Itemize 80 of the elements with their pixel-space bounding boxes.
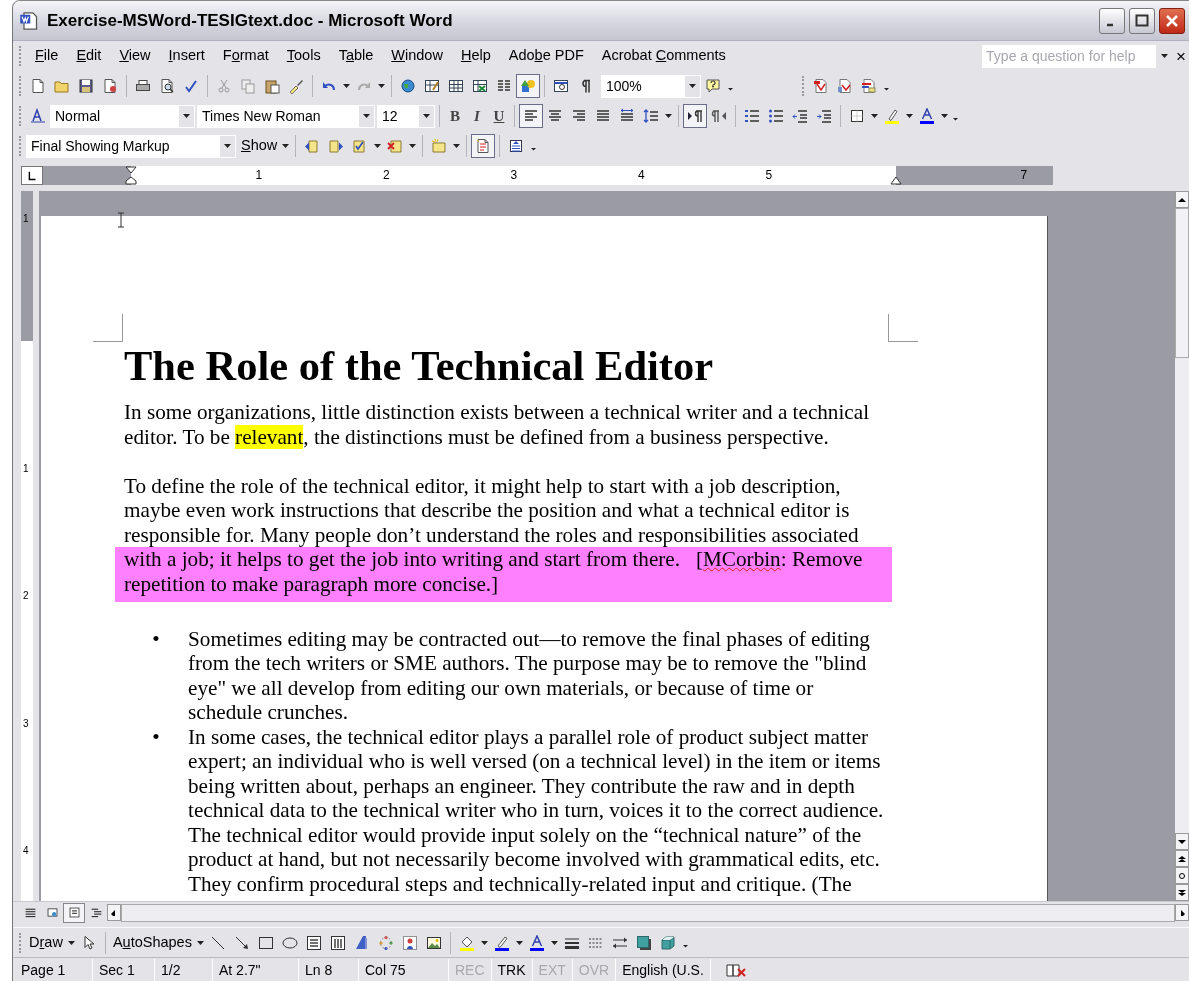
ruler-number: 4 [23, 844, 29, 858]
minimize-icon[interactable] [1099, 7, 1125, 34]
font-dropdown[interactable]: Times New Roman [197, 104, 375, 128]
ruler-number: 1 [23, 212, 29, 226]
status-field: Ln 8 [299, 958, 359, 981]
status-field: Page 1 [15, 958, 93, 981]
scroll-thumb[interactable] [1175, 208, 1189, 358]
bullet-text: In some cases, the technical editor plays a parallel role of product subject matter expert; an individual who is well versed (on a technical level) in the item or items being written about, perhaps an engineer. They contribute the raw and in depth technical data to the technical writer who in turn, voices it to the correct audience. The technical editor would provide input solely on the “technical nature” of the product at hand, but not necessarily become involved with grammatical edits, etc. They confirm procedural steps and technically-related input and critique. (The [188, 724, 885, 896]
bullet-mark: • [151, 724, 161, 751]
ruler-number: 1 [255, 167, 263, 183]
status-field: OVR [572, 958, 617, 981]
draw-menu-button[interactable]: Draw [26, 930, 66, 955]
status-field: 1/2 [155, 958, 213, 981]
ruler-number: 2 [23, 589, 29, 603]
indent-marker-icon[interactable] [125, 166, 137, 185]
bullet-text: Sometimes editing may be contracted out—to remove the final phases of editing from the tech writers or SME authors. The purpose may be to remove the "blind eye" we all develop from editing our own materials, or because of time or schedule crunches. [188, 626, 871, 725]
menu-item[interactable]: Format [213, 44, 278, 68]
font-size-dropdown[interactable]: 12 [377, 104, 435, 128]
spelling-status-icon [724, 961, 747, 978]
window-title: Exercise-MSWord-TESIGtext.doc - Microsoft Word [47, 9, 454, 32]
scroll-down-icon[interactable] [1175, 833, 1189, 850]
close-document-button[interactable]: × [1172, 44, 1189, 68]
ruler-number: 3 [510, 167, 518, 183]
show-menu-button[interactable]: Show [238, 134, 281, 158]
underline-button[interactable]: U [488, 104, 510, 128]
status-field: TRK [491, 958, 533, 981]
status-field: Col 75 [359, 958, 449, 981]
zoom-dropdown[interactable]: 100% [601, 74, 701, 98]
help-search-field[interactable]: Type a question for help [982, 44, 1157, 68]
status-field: EXT [532, 958, 573, 981]
italic-button[interactable]: I [466, 104, 488, 128]
body-paragraph: In some organizations, little distinction exists between a technical writer and a technical editor. To be relevant, the distinctions must be defined from a business perspective. [123, 400, 871, 449]
menu-item[interactable]: View [110, 44, 160, 68]
menu-item[interactable]: Adobe PDF [499, 44, 593, 68]
menu-item[interactable]: Table [329, 44, 383, 68]
bold-button[interactable]: B [444, 104, 466, 128]
margin-corner-mark [93, 314, 123, 342]
ruler-number: 7 [1020, 167, 1028, 183]
close-icon[interactable] [1159, 7, 1185, 34]
menu-item[interactable]: Help [451, 44, 500, 68]
print-layout-view-icon[interactable] [63, 902, 85, 923]
body-paragraph: To define the role of the technical editor, it might help to start with a job description, maybe even work instructions that describe the position and what a technical editor is responsible for. Many people don’t understand the roles and responsibilities associated with a job; it helps to get the job into writing and start from there. [MCorbin: Remove repetition to make paragraph more concise.] [115, 473, 892, 602]
autoshapes-menu-button[interactable]: AutoShapes [109, 930, 195, 955]
vertical-scrollbar[interactable] [1175, 191, 1189, 901]
tab-stop-selector-icon[interactable] [21, 166, 43, 185]
margin-corner-mark [888, 314, 918, 342]
drawing-shapes-icon[interactable] [516, 74, 540, 98]
ruler-number: 5 [765, 167, 773, 183]
scroll-left-icon[interactable] [107, 904, 121, 921]
ruler-number: 4 [638, 167, 645, 183]
document-heading: The Role of the Technical Editor [124, 342, 715, 390]
horizontal-scrollbar[interactable] [121, 903, 1175, 922]
menu-item[interactable]: File [26, 44, 68, 68]
status-field: At 2.7" [213, 958, 299, 981]
track-changes-icon[interactable] [471, 134, 496, 158]
bullet-mark: • [151, 626, 161, 653]
scroll-right-icon[interactable] [1175, 904, 1189, 921]
ruler-number: 1 [23, 461, 29, 476]
menu-item[interactable]: Window [382, 44, 452, 68]
scroll-up-icon[interactable] [1175, 191, 1189, 208]
left-to-right-icon[interactable] [683, 104, 707, 128]
ruler-number: 3 [23, 716, 29, 731]
text-cursor-icon [117, 212, 125, 228]
browse-object-icon[interactable] [1175, 867, 1189, 884]
menu-item[interactable]: Tools [277, 44, 330, 68]
display-for-review-dropdown[interactable]: Final Showing Markup [26, 134, 236, 158]
previous-page-icon[interactable] [1175, 850, 1189, 867]
align-left-icon[interactable] [519, 104, 543, 128]
menu-item[interactable]: Acrobat Comments [592, 44, 735, 68]
ruler-number: 2 [383, 167, 390, 183]
word-document-icon [19, 10, 39, 31]
status-field: REC [449, 958, 492, 981]
status-field: English (U.S. [616, 958, 711, 981]
menu-item[interactable]: Insert [159, 44, 214, 68]
style-dropdown[interactable]: Normal [50, 104, 195, 128]
next-page-icon[interactable] [1175, 884, 1189, 901]
maximize-icon[interactable] [1129, 7, 1155, 34]
status-field: Sec 1 [93, 958, 155, 981]
right-indent-marker-icon[interactable] [890, 176, 902, 185]
menu-item[interactable]: Edit [67, 44, 111, 68]
